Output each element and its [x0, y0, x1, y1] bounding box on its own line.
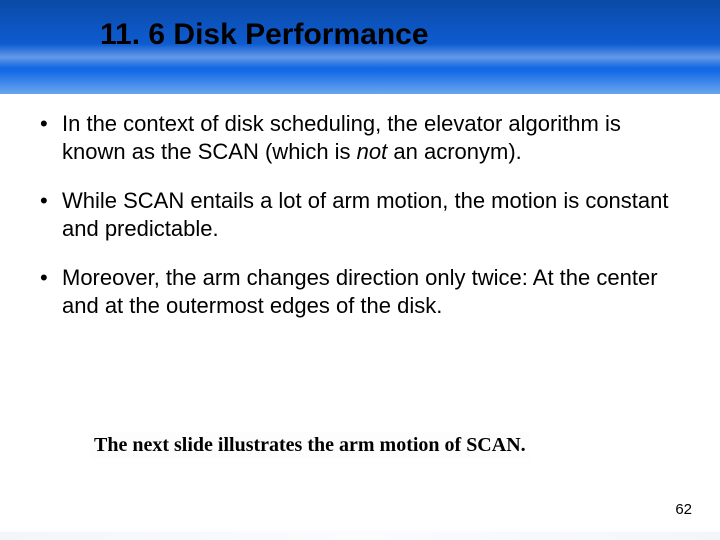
bullet-post: an acronym). — [387, 139, 522, 164]
bottom-strip — [0, 532, 720, 540]
page-number: 62 — [675, 501, 692, 518]
bullet-pre: In the context of disk scheduling, the e… — [62, 111, 621, 164]
slide: 11. 6 Disk Performance • In the context … — [0, 0, 720, 540]
bullet-item: • While SCAN entails a lot of arm motion… — [40, 187, 680, 242]
footer-note: The next slide illustrates the arm motio… — [90, 432, 530, 459]
bullet-pre: While SCAN entails a lot of arm motion, … — [62, 188, 668, 241]
bullet-text: While SCAN entails a lot of arm motion, … — [62, 187, 680, 242]
bullet-italic: not — [357, 139, 388, 164]
bullet-text: Moreover, the arm changes direction only… — [62, 264, 680, 319]
bullet-dot-icon: • — [40, 187, 62, 215]
bullet-pre: Moreover, the arm changes direction only… — [62, 265, 658, 318]
bullet-dot-icon: • — [40, 110, 62, 138]
bullet-item: • In the context of disk scheduling, the… — [40, 110, 680, 165]
bullet-item: • Moreover, the arm changes direction on… — [40, 264, 680, 319]
content-area: • In the context of disk scheduling, the… — [40, 110, 680, 341]
bullet-text: In the context of disk scheduling, the e… — [62, 110, 680, 165]
bullet-dot-icon: • — [40, 264, 62, 292]
slide-title: 11. 6 Disk Performance — [100, 18, 429, 52]
